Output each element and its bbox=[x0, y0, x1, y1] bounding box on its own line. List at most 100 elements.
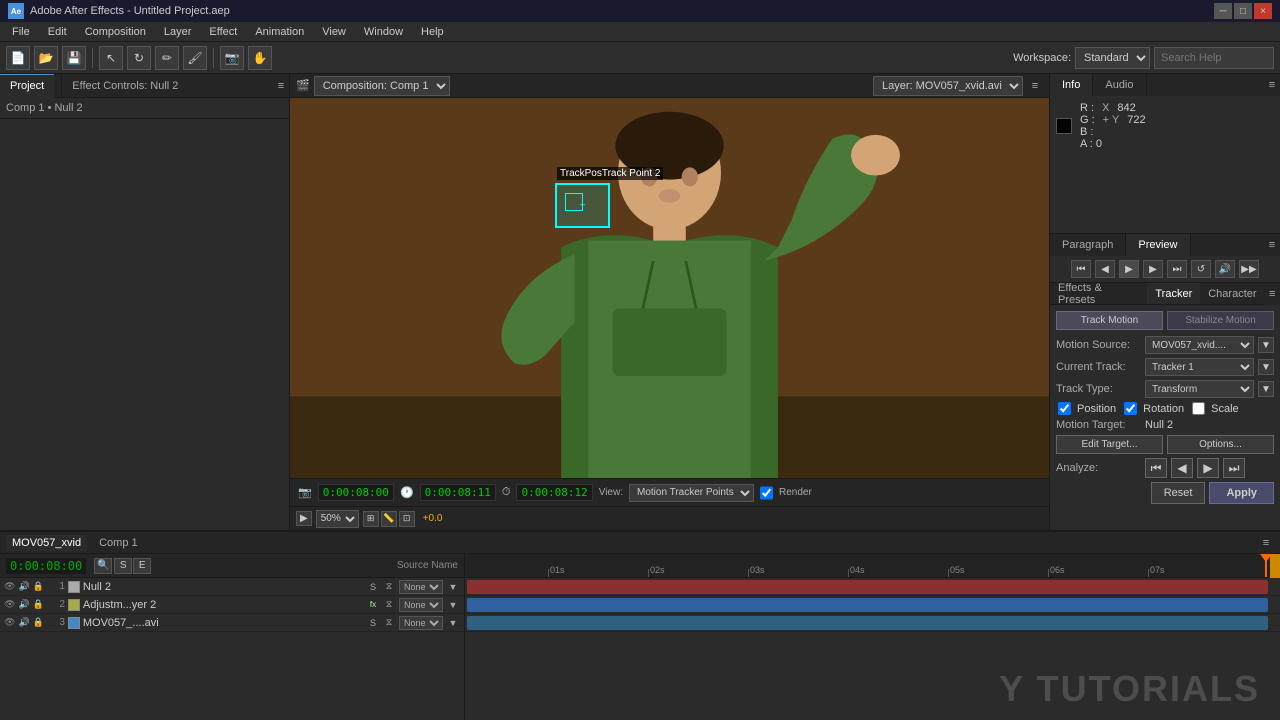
move-tool[interactable]: ✋ bbox=[248, 46, 272, 70]
current-time-display[interactable]: 0:00:08:00 bbox=[318, 484, 394, 501]
tab-audio[interactable]: Audio bbox=[1093, 74, 1146, 96]
search-help-input[interactable] bbox=[1154, 47, 1274, 69]
layer-name-1[interactable]: Null 2 bbox=[83, 581, 363, 593]
position-check-label[interactable]: Position bbox=[1058, 402, 1116, 415]
comp-panel-menu[interactable]: ≡ bbox=[1027, 78, 1043, 94]
layer-expand-2[interactable]: ▼ bbox=[446, 598, 460, 612]
go-to-end-btn[interactable]: ⏭ bbox=[1167, 260, 1187, 278]
view-select[interactable]: Motion Tracker Points bbox=[629, 484, 754, 502]
layer-visibility-3[interactable]: 👁 bbox=[4, 617, 15, 628]
layer-parent-1[interactable]: None bbox=[399, 580, 443, 594]
ram-preview-btn[interactable]: ▶▶ bbox=[1239, 260, 1259, 278]
tl-search-btn[interactable]: 🔍 bbox=[94, 558, 112, 574]
timeline-timecode[interactable]: 0:00:08:00 bbox=[6, 558, 86, 574]
current-track-arrow[interactable]: ▼ bbox=[1258, 359, 1274, 375]
layer-visibility-1[interactable]: 👁 bbox=[4, 581, 15, 592]
maximize-button[interactable]: □ bbox=[1234, 3, 1252, 19]
menu-help[interactable]: Help bbox=[413, 24, 452, 40]
analyze-prev-prev-btn[interactable]: ⏮ bbox=[1145, 458, 1167, 478]
menu-edit[interactable]: Edit bbox=[40, 24, 75, 40]
current-track-select[interactable]: Tracker 1 bbox=[1145, 358, 1254, 376]
track-type-arrow[interactable]: ▼ bbox=[1258, 381, 1274, 397]
ruler-btn[interactable]: 📏 bbox=[381, 511, 397, 527]
playhead[interactable] bbox=[1265, 554, 1267, 577]
motion-source-select[interactable]: MOV057_xvid.... bbox=[1145, 336, 1254, 354]
tab-effects-presets[interactable]: Effects & Presets bbox=[1050, 283, 1147, 304]
camera-tool[interactable]: 📷 bbox=[220, 46, 244, 70]
toggle-preview-btn[interactable]: ▶ bbox=[296, 511, 312, 526]
tab-character[interactable]: Character bbox=[1200, 283, 1264, 304]
tab-paragraph[interactable]: Paragraph bbox=[1050, 234, 1126, 256]
layer-motion-blur-1[interactable]: ⧖ bbox=[382, 580, 396, 594]
minimize-button[interactable]: ─ bbox=[1214, 3, 1232, 19]
zoom-select[interactable]: 50% bbox=[316, 510, 359, 528]
menu-window[interactable]: Window bbox=[356, 24, 411, 40]
layer-solo-3[interactable]: S bbox=[366, 616, 380, 630]
tl-solo-btn[interactable]: S bbox=[114, 558, 132, 574]
layer-solo-1[interactable]: S bbox=[366, 580, 380, 594]
scale-checkbox[interactable] bbox=[1192, 402, 1205, 415]
workspace-select[interactable]: Standard bbox=[1075, 47, 1150, 69]
layer-fx-2[interactable]: fx bbox=[366, 598, 380, 612]
layer-audio-3[interactable]: 🔊 bbox=[18, 617, 29, 628]
tab-preview[interactable]: Preview bbox=[1126, 234, 1190, 256]
new-project-tool[interactable]: 📄 bbox=[6, 46, 30, 70]
tab-effect-controls[interactable]: Effect Controls: Null 2 bbox=[62, 74, 188, 98]
layer-parent-2[interactable]: None bbox=[399, 598, 443, 612]
tab-project[interactable]: Project bbox=[0, 74, 54, 98]
menu-layer[interactable]: Layer bbox=[156, 24, 200, 40]
grid-btn[interactable]: ⊞ bbox=[363, 511, 379, 527]
reset-button[interactable]: Reset bbox=[1151, 482, 1206, 504]
render-checkbox[interactable] bbox=[760, 484, 773, 502]
prev-frame-btn[interactable]: ◀ bbox=[1095, 260, 1115, 278]
layer-expand-3[interactable]: ▼ bbox=[446, 616, 460, 630]
tab-mov057[interactable]: MOV057_xvid bbox=[6, 535, 87, 551]
play-btn[interactable]: ▶ bbox=[1119, 260, 1139, 278]
audio-btn[interactable]: 🔊 bbox=[1215, 260, 1235, 278]
tab-tracker[interactable]: Tracker bbox=[1147, 283, 1200, 304]
close-button[interactable]: × bbox=[1254, 3, 1272, 19]
layer-visibility-2[interactable]: 👁 bbox=[4, 599, 15, 610]
rotation-checkbox[interactable] bbox=[1124, 402, 1137, 415]
stabilize-motion-button[interactable]: Stabilize Motion bbox=[1167, 311, 1274, 330]
preview-panel-menu[interactable]: ≡ bbox=[1264, 234, 1280, 256]
select-tool[interactable]: ↖ bbox=[99, 46, 123, 70]
edit-target-button[interactable]: Edit Target... bbox=[1056, 435, 1163, 454]
apply-button[interactable]: Apply bbox=[1209, 482, 1274, 504]
layer-lock-2[interactable]: 🔒 bbox=[33, 599, 44, 610]
safe-zone-btn[interactable]: ⊡ bbox=[399, 511, 415, 527]
layer-audio-2[interactable]: 🔊 bbox=[18, 599, 29, 610]
layer-name-3[interactable]: MOV057_....avi bbox=[83, 617, 363, 629]
layer-name-2[interactable]: Adjustm...yer 2 bbox=[83, 599, 363, 611]
analyze-next-btn[interactable]: ▶ bbox=[1197, 458, 1219, 478]
motion-source-arrow[interactable]: ▼ bbox=[1258, 337, 1274, 353]
layer-motion-blur-2[interactable]: ⧖ bbox=[382, 598, 396, 612]
timeline-panel-menu[interactable]: ≡ bbox=[1258, 532, 1274, 554]
analyze-prev-btn[interactable]: ◀ bbox=[1171, 458, 1193, 478]
panel-menu-icon[interactable]: ≡ bbox=[273, 75, 289, 97]
rotation-check-label[interactable]: Rotation bbox=[1124, 402, 1184, 415]
window-controls[interactable]: ─ □ × bbox=[1214, 3, 1272, 19]
track-motion-button[interactable]: Track Motion bbox=[1056, 311, 1163, 330]
info-panel-menu[interactable]: ≡ bbox=[1264, 74, 1280, 96]
menu-composition[interactable]: Composition bbox=[77, 24, 154, 40]
menu-view[interactable]: View bbox=[314, 24, 354, 40]
tab-comp1[interactable]: Comp 1 bbox=[93, 535, 144, 551]
layer-audio-1[interactable]: 🔊 bbox=[18, 581, 29, 592]
tab-info[interactable]: Info bbox=[1050, 74, 1093, 96]
save-tool[interactable]: 💾 bbox=[62, 46, 86, 70]
layer-select[interactable]: Layer: MOV057_xvid.avi bbox=[873, 76, 1023, 96]
open-tool[interactable]: 📂 bbox=[34, 46, 58, 70]
layer-lock-1[interactable]: 🔒 bbox=[33, 581, 44, 592]
position-checkbox[interactable] bbox=[1058, 402, 1071, 415]
go-to-start-btn[interactable]: ⏮ bbox=[1071, 260, 1091, 278]
menu-effect[interactable]: Effect bbox=[201, 24, 245, 40]
menu-animation[interactable]: Animation bbox=[247, 24, 312, 40]
tl-expand-btn[interactable]: E bbox=[133, 558, 151, 574]
tracker-panel-menu[interactable]: ≡ bbox=[1265, 283, 1280, 305]
layer-lock-3[interactable]: 🔒 bbox=[33, 617, 44, 628]
next-frame-btn[interactable]: ▶ bbox=[1143, 260, 1163, 278]
layer-parent-3[interactable]: None bbox=[399, 616, 443, 630]
analyze-next-next-btn[interactable]: ⏭ bbox=[1223, 458, 1245, 478]
layer-motion-blur-3[interactable]: ⧖ bbox=[382, 616, 396, 630]
